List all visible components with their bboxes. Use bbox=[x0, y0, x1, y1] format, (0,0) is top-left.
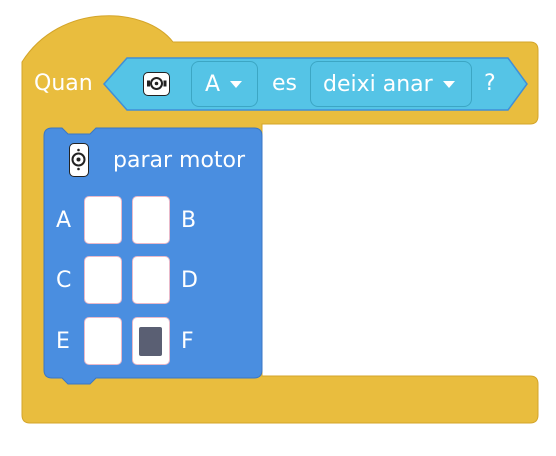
port-toggle-a[interactable] bbox=[84, 196, 122, 244]
port-toggle-c[interactable] bbox=[84, 256, 122, 304]
question-mark: ? bbox=[484, 71, 496, 96]
port-toggle-f[interactable] bbox=[132, 317, 170, 365]
when-label: Quan bbox=[34, 71, 93, 96]
port-toggle-b[interactable] bbox=[132, 196, 170, 244]
motor-icon bbox=[69, 143, 89, 177]
port-toggle-e[interactable] bbox=[84, 317, 122, 365]
motor-port-dropdown[interactable]: A bbox=[191, 61, 258, 107]
port-label-a: A bbox=[56, 208, 72, 233]
motor-state-value: deixi anar bbox=[323, 71, 433, 97]
port-label-d: D bbox=[181, 268, 198, 293]
motor-icon bbox=[143, 72, 170, 96]
port-label-c: C bbox=[56, 268, 72, 293]
port-label-f: F bbox=[181, 329, 194, 354]
motor-state-dropdown[interactable]: deixi anar bbox=[310, 61, 472, 107]
block-canvas: Quan A es deixi anar ? parar motor A B C… bbox=[0, 0, 556, 456]
chevron-down-icon bbox=[230, 80, 243, 88]
operator-label: es bbox=[272, 71, 297, 96]
port-label-e: E bbox=[56, 329, 70, 354]
stop-motor-title: parar motor bbox=[113, 148, 246, 173]
motor-port-value: A bbox=[205, 71, 221, 97]
port-label-b: B bbox=[181, 208, 197, 233]
port-toggle-d[interactable] bbox=[132, 256, 170, 304]
chevron-down-icon bbox=[442, 80, 455, 88]
